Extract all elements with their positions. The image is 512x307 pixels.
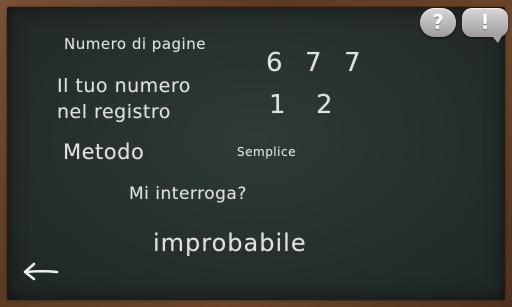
back-arrow-icon[interactable] (21, 257, 61, 283)
pages-digit-units[interactable]: 7 (344, 48, 361, 78)
register-number-label: Il tuo numero nel registro (57, 73, 191, 125)
register-digit-tens[interactable]: 1 (269, 90, 286, 120)
report-button[interactable]: ! (462, 8, 508, 43)
pages-label: Numero di pagine (64, 35, 206, 53)
register-digit-units[interactable]: 2 (316, 90, 333, 120)
pages-digit-hundreds[interactable]: 6 (266, 48, 283, 78)
chalkboard: Numero di pagine 6 7 7 Il tuo numero nel… (7, 7, 505, 300)
register-number-label-line1: Il tuo numero (57, 75, 191, 97)
method-value[interactable]: Semplice (237, 145, 296, 159)
help-button[interactable]: ? (420, 8, 456, 37)
question-label: Mi interroga? (129, 184, 247, 204)
pages-digits[interactable]: 6 7 7 (266, 48, 361, 78)
pages-digit-tens[interactable]: 7 (305, 48, 322, 78)
wooden-frame: Numero di pagine 6 7 7 Il tuo numero nel… (0, 0, 512, 307)
register-number-label-line2: nel registro (57, 101, 171, 123)
register-digits[interactable]: 1 2 (269, 90, 333, 120)
method-label: Metodo (63, 140, 145, 164)
result-text: improbabile (153, 229, 307, 257)
